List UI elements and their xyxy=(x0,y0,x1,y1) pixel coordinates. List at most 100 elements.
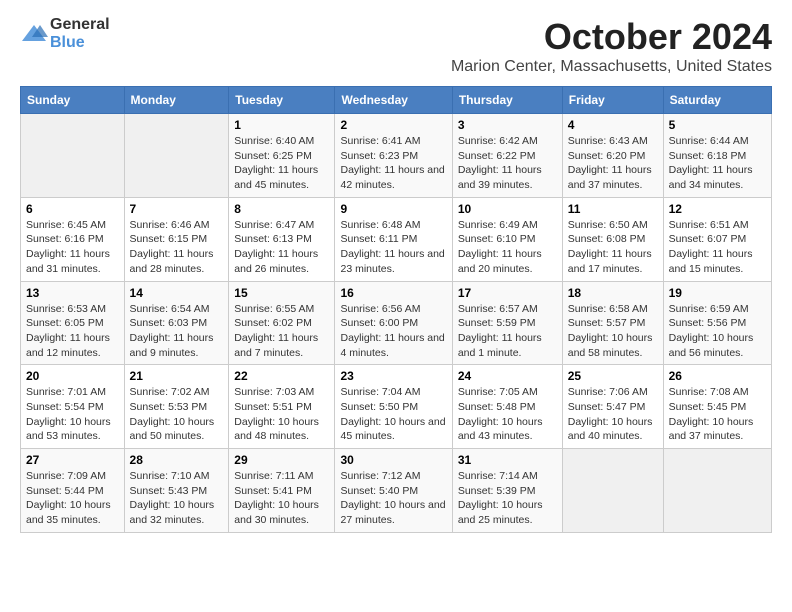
day-info: Sunrise: 6:45 AM Sunset: 6:16 PM Dayligh… xyxy=(26,218,119,277)
day-info: Sunrise: 6:48 AM Sunset: 6:11 PM Dayligh… xyxy=(340,218,446,277)
day-info: Sunrise: 6:58 AM Sunset: 5:57 PM Dayligh… xyxy=(568,302,658,361)
day-number: 2 xyxy=(340,118,446,132)
day-info: Sunrise: 7:05 AM Sunset: 5:48 PM Dayligh… xyxy=(458,385,557,444)
calendar-table: Sunday Monday Tuesday Wednesday Thursday… xyxy=(20,86,772,533)
day-number: 10 xyxy=(458,202,557,216)
table-row: 12 Sunrise: 6:51 AM Sunset: 6:07 PM Dayli… xyxy=(663,197,771,281)
table-row: 4 Sunrise: 6:43 AM Sunset: 6:20 PM Daylig… xyxy=(562,114,663,198)
day-number: 24 xyxy=(458,369,557,383)
day-number: 8 xyxy=(234,202,329,216)
table-row: 16Sunrise: 6:56 AM Sunset: 6:00 PM Dayli… xyxy=(335,281,452,365)
day-info: Sunrise: 6:51 AM Sunset: 6:07 PM Dayligh… xyxy=(669,218,766,277)
table-row: 21Sunrise: 7:02 AM Sunset: 5:53 PM Dayli… xyxy=(124,365,229,449)
table-row: 31 Sunrise: 7:14 AM Sunset: 5:39 PM Dayli… xyxy=(452,449,562,533)
table-row: 25 Sunrise: 7:06 AM Sunset: 5:47 PM Dayli… xyxy=(562,365,663,449)
location-title: Marion Center, Massachusetts, United Sta… xyxy=(451,58,772,76)
day-info: Sunrise: 7:09 AM Sunset: 5:44 PM Dayligh… xyxy=(26,469,119,528)
day-info: Sunrise: 6:47 AM Sunset: 6:13 PM Dayligh… xyxy=(234,218,329,277)
day-number: 1 xyxy=(234,118,329,132)
day-number: 25 xyxy=(568,369,658,383)
table-row: 6 Sunrise: 6:45 AM Sunset: 6:16 PM Daylig… xyxy=(21,197,125,281)
day-info: Sunrise: 6:49 AM Sunset: 6:10 PM Dayligh… xyxy=(458,218,557,277)
day-info: Sunrise: 6:59 AM Sunset: 5:56 PM Dayligh… xyxy=(669,302,766,361)
day-number: 13 xyxy=(26,286,119,300)
day-number: 20 xyxy=(26,369,119,383)
day-number: 31 xyxy=(458,453,557,467)
day-info: Sunrise: 6:50 AM Sunset: 6:08 PM Dayligh… xyxy=(568,218,658,277)
table-row: 7Sunrise: 6:46 AM Sunset: 6:15 PM Daylig… xyxy=(124,197,229,281)
logo-general: General xyxy=(50,16,110,34)
logo-icon xyxy=(20,23,48,45)
day-number: 18 xyxy=(568,286,658,300)
day-info: Sunrise: 6:55 AM Sunset: 6:02 PM Dayligh… xyxy=(234,302,329,361)
day-number: 28 xyxy=(130,453,224,467)
table-row: 19 Sunrise: 6:59 AM Sunset: 5:56 PM Dayli… xyxy=(663,281,771,365)
table-row: 23 Sunrise: 7:04 AM Sunset: 5:50 PM Dayli… xyxy=(335,365,452,449)
table-row: 10 Sunrise: 6:49 AM Sunset: 6:10 PM Dayli… xyxy=(452,197,562,281)
header-friday: Friday xyxy=(562,87,663,114)
day-info: Sunrise: 7:01 AM Sunset: 5:54 PM Dayligh… xyxy=(26,385,119,444)
day-number: 5 xyxy=(669,118,766,132)
day-number: 27 xyxy=(26,453,119,467)
day-info: Sunrise: 6:43 AM Sunset: 6:20 PM Dayligh… xyxy=(568,134,658,193)
day-info: Sunrise: 6:46 AM Sunset: 6:15 PM Dayligh… xyxy=(130,218,224,277)
day-number: 4 xyxy=(568,118,658,132)
day-info: Sunrise: 7:08 AM Sunset: 5:45 PM Dayligh… xyxy=(669,385,766,444)
day-number: 12 xyxy=(669,202,766,216)
table-row: 30Sunrise: 7:12 AM Sunset: 5:40 PM Dayli… xyxy=(335,449,452,533)
day-info: Sunrise: 6:41 AM Sunset: 6:23 PM Dayligh… xyxy=(340,134,446,193)
table-row: 2 Sunrise: 6:41 AM Sunset: 6:23 PM Daylig… xyxy=(335,114,452,198)
title-section: October 2024 Marion Center, Massachusett… xyxy=(451,16,772,76)
header-sunday: Sunday xyxy=(21,87,125,114)
month-title: October 2024 xyxy=(451,16,772,58)
day-info: Sunrise: 6:44 AM Sunset: 6:18 PM Dayligh… xyxy=(669,134,766,193)
header-wednesday: Wednesday xyxy=(335,87,452,114)
table-row: 20 Sunrise: 7:01 AM Sunset: 5:54 PM Dayli… xyxy=(21,365,125,449)
header-tuesday: Tuesday xyxy=(229,87,335,114)
day-info: Sunrise: 7:03 AM Sunset: 5:51 PM Dayligh… xyxy=(234,385,329,444)
day-number: 19 xyxy=(669,286,766,300)
header-saturday: Saturday xyxy=(663,87,771,114)
table-row: 15 Sunrise: 6:55 AM Sunset: 6:02 PM Dayli… xyxy=(229,281,335,365)
day-number: 22 xyxy=(234,369,329,383)
table-row: 22 Sunrise: 7:03 AM Sunset: 5:51 PM Dayli… xyxy=(229,365,335,449)
header-monday: Monday xyxy=(124,87,229,114)
day-info: Sunrise: 7:04 AM Sunset: 5:50 PM Dayligh… xyxy=(340,385,446,444)
table-row: 3 Sunrise: 6:42 AM Sunset: 6:22 PM Daylig… xyxy=(452,114,562,198)
day-number: 23 xyxy=(340,369,446,383)
table-row: 27 Sunrise: 7:09 AM Sunset: 5:44 PM Dayli… xyxy=(21,449,125,533)
day-info: Sunrise: 7:12 AM Sunset: 5:40 PM Dayligh… xyxy=(340,469,446,528)
table-row: 5 Sunrise: 6:44 AM Sunset: 6:18 PM Daylig… xyxy=(663,114,771,198)
day-info: Sunrise: 6:40 AM Sunset: 6:25 PM Dayligh… xyxy=(234,134,329,193)
day-number: 9 xyxy=(340,202,446,216)
table-row: 9 Sunrise: 6:48 AM Sunset: 6:11 PM Daylig… xyxy=(335,197,452,281)
day-info: Sunrise: 7:14 AM Sunset: 5:39 PM Dayligh… xyxy=(458,469,557,528)
table-row xyxy=(663,449,771,533)
day-info: Sunrise: 6:42 AM Sunset: 6:22 PM Dayligh… xyxy=(458,134,557,193)
table-row: 29Sunrise: 7:11 AM Sunset: 5:41 PM Dayli… xyxy=(229,449,335,533)
day-number: 21 xyxy=(130,369,224,383)
day-info: Sunrise: 6:56 AM Sunset: 6:00 PM Dayligh… xyxy=(340,302,446,361)
logo-blue: Blue xyxy=(50,34,110,52)
table-row xyxy=(124,114,229,198)
table-row: 17 Sunrise: 6:57 AM Sunset: 5:59 PM Dayli… xyxy=(452,281,562,365)
calendar-header: Sunday Monday Tuesday Wednesday Thursday… xyxy=(21,87,772,114)
day-info: Sunrise: 7:10 AM Sunset: 5:43 PM Dayligh… xyxy=(130,469,224,528)
header-thursday: Thursday xyxy=(452,87,562,114)
day-number: 26 xyxy=(669,369,766,383)
day-number: 17 xyxy=(458,286,557,300)
day-info: Sunrise: 7:06 AM Sunset: 5:47 PM Dayligh… xyxy=(568,385,658,444)
table-row: 11Sunrise: 6:50 AM Sunset: 6:08 PM Dayli… xyxy=(562,197,663,281)
day-number: 6 xyxy=(26,202,119,216)
table-row: 18 Sunrise: 6:58 AM Sunset: 5:57 PM Dayli… xyxy=(562,281,663,365)
day-info: Sunrise: 6:54 AM Sunset: 6:03 PM Dayligh… xyxy=(130,302,224,361)
day-info: Sunrise: 6:53 AM Sunset: 6:05 PM Dayligh… xyxy=(26,302,119,361)
day-info: Sunrise: 6:57 AM Sunset: 5:59 PM Dayligh… xyxy=(458,302,557,361)
table-row: 1 Sunrise: 6:40 AM Sunset: 6:25 PM Daylig… xyxy=(229,114,335,198)
day-info: Sunrise: 7:11 AM Sunset: 5:41 PM Dayligh… xyxy=(234,469,329,528)
day-number: 14 xyxy=(130,286,224,300)
day-number: 3 xyxy=(458,118,557,132)
header: General Blue October 2024 Marion Center,… xyxy=(20,16,772,76)
logo: General Blue xyxy=(20,16,110,51)
day-number: 15 xyxy=(234,286,329,300)
